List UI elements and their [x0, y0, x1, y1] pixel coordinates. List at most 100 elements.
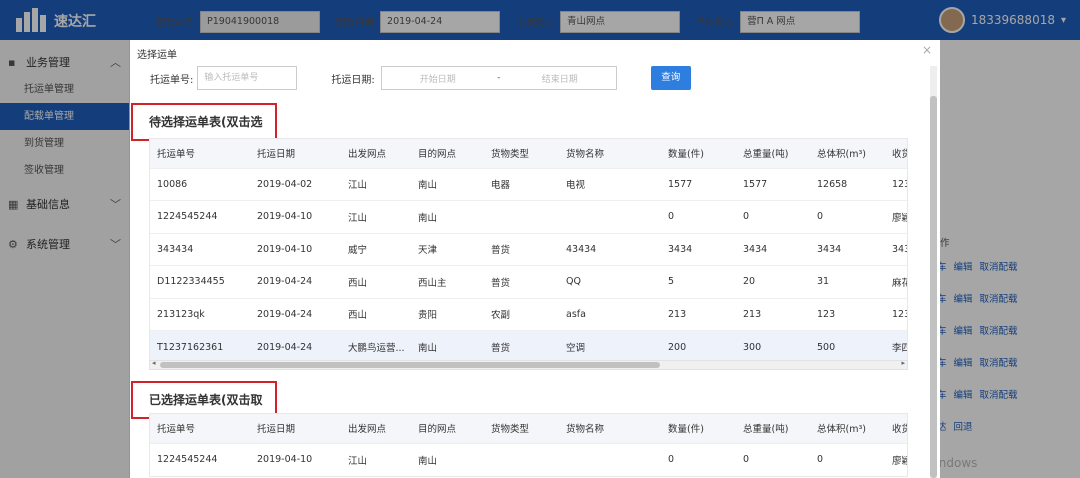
table-cell: 3434 [810, 232, 885, 266]
table-cell: 廖颖 [885, 200, 907, 233]
col-weight[interactable]: 总重量(吨) [736, 414, 810, 443]
col-depart[interactable]: 出发网点 [341, 414, 411, 443]
table-cell: 江山 [341, 167, 411, 201]
col-waybill-no[interactable]: 托运单号 [150, 139, 250, 168]
table-cell: 43434 [559, 232, 661, 266]
col-volume[interactable]: 总体积(m³) [810, 414, 885, 443]
table-cell: QQ [559, 265, 661, 298]
table-cell: 343434 [150, 232, 250, 266]
col-dest[interactable]: 目的网点 [411, 414, 484, 443]
pending-waybill-table: 托运单号 托运日期 出发网点 目的网点 货物类型 货物名称 数量(件) 总重量(… [149, 138, 908, 364]
table-cell: 0 [810, 200, 885, 233]
table-cell: 123 [885, 167, 907, 201]
table-cell: 2019-04-24 [250, 265, 341, 298]
table-cell: 廖颖 [885, 442, 907, 476]
col-quantity[interactable]: 数量(件) [661, 414, 736, 443]
table-cell: 麻花 [885, 265, 907, 298]
table-cell: 农副 [484, 297, 559, 331]
table-cell: 0 [661, 200, 736, 233]
table-cell: 0 [736, 442, 810, 476]
search-row: 托运单号: 输入托运单号 托运日期: 开始日期 - 结束日期 查询 [150, 66, 691, 90]
pending-table-title: 待选择运单表(双击选择) [131, 103, 277, 163]
table-cell: 300 [736, 330, 810, 363]
table-cell: asfa [559, 297, 661, 331]
table-cell: 213 [661, 297, 736, 331]
scroll-right-icon[interactable]: ▸ [901, 359, 905, 367]
table-cell: 123 [810, 297, 885, 331]
table-cell: 0 [810, 442, 885, 476]
ship-date-label: 托运日期: [331, 74, 375, 86]
date-range-picker[interactable]: 开始日期 - 结束日期 [380, 66, 617, 90]
col-volume[interactable]: 总体积(m³) [810, 139, 885, 168]
table-cell: 20 [736, 265, 810, 298]
col-quantity[interactable]: 数量(件) [661, 139, 736, 168]
col-ship-date[interactable]: 托运日期 [250, 139, 341, 168]
table-cell: 西山主 [411, 265, 484, 298]
table-cell: T1237162361 [150, 330, 250, 363]
table-cell: 2019-04-02 [250, 167, 341, 201]
col-weight[interactable]: 总重量(吨) [736, 139, 810, 168]
col-waybill-no[interactable]: 托运单号 [150, 414, 250, 443]
start-date-input[interactable]: 开始日期 [382, 72, 494, 85]
table-cell: 普货 [484, 265, 559, 298]
table-cell: 南山 [411, 442, 484, 476]
pending-horizontal-scrollbar[interactable]: ◂ ▸ [149, 359, 908, 370]
table-cell: 1577 [661, 167, 736, 201]
selected-waybill-table: 托运单号 托运日期 出发网点 目的网点 货物类型 货物名称 数量(件) 总重量(… [149, 413, 908, 477]
table-cell [484, 200, 559, 233]
table-row[interactable]: 12245452442019-04-10江山南山000廖颖 [150, 442, 907, 476]
waybill-no-label: 托运单号: [150, 74, 194, 86]
col-ship-date[interactable]: 托运日期 [250, 414, 341, 443]
col-dest[interactable]: 目的网点 [411, 139, 484, 168]
table-row[interactable]: 213123qk2019-04-24西山贵阳农副asfa213213123123 [150, 297, 907, 331]
col-receiver[interactable]: 收货 [885, 414, 907, 443]
table-cell: 1577 [736, 167, 810, 201]
table-cell: 213123qk [150, 297, 250, 331]
table-cell: 南山 [411, 167, 484, 201]
table-row[interactable]: 100862019-04-02江山南山电器电视1577157712658123 [150, 167, 907, 201]
col-cargo-type[interactable]: 货物类型 [484, 139, 559, 168]
table-cell: 2019-04-10 [250, 442, 341, 476]
table-cell: 2019-04-24 [250, 330, 341, 363]
table-cell: 200 [661, 330, 736, 363]
col-cargo-name[interactable]: 货物名称 [559, 139, 661, 168]
table-cell: 5 [661, 265, 736, 298]
table-cell: 大鹏鸟运营... [341, 330, 411, 363]
table-header-row: 托运单号 托运日期 出发网点 目的网点 货物类型 货物名称 数量(件) 总重量(… [150, 139, 907, 168]
table-cell: 电视 [559, 167, 661, 201]
table-cell: 电器 [484, 167, 559, 201]
date-separator: - [497, 73, 501, 83]
table-cell: 500 [810, 330, 885, 363]
col-cargo-type[interactable]: 货物类型 [484, 414, 559, 443]
col-depart[interactable]: 出发网点 [341, 139, 411, 168]
table-row[interactable]: D11223344552019-04-24西山西山主普货QQ52031麻花 [150, 265, 907, 298]
table-header-row: 托运单号 托运日期 出发网点 目的网点 货物类型 货物名称 数量(件) 总重量(… [150, 414, 907, 443]
table-cell: 普货 [484, 330, 559, 363]
table-row[interactable]: T1237162361 2019-04-24 大鹏鸟运营... 南山 普货 空调 200 30… [150, 330, 907, 363]
table-row[interactable]: 12245452442019-04-10江山南山000廖颖 [150, 200, 907, 233]
pending-scrollbar-thumb[interactable] [160, 362, 660, 368]
close-icon[interactable]: × [922, 43, 932, 57]
table-cell: 贵阳 [411, 297, 484, 331]
table-row[interactable]: 343434 2019-04-10 威宁 天津 普货 43434 3434 3434 3434 3… [150, 232, 907, 266]
scroll-left-icon[interactable]: ◂ [152, 359, 156, 367]
table-cell: 南山 [411, 330, 484, 363]
col-receiver[interactable]: 收货 [885, 139, 907, 168]
waybill-no-input[interactable]: 输入托运单号 [197, 66, 298, 90]
table-cell: 普货 [484, 232, 559, 266]
modal-title: 选择运单 [137, 50, 177, 61]
modal-scrollbar-thumb[interactable] [930, 96, 937, 478]
table-cell: 31 [810, 265, 885, 298]
table-cell: 3434 [661, 232, 736, 266]
query-button[interactable]: 查询 [650, 66, 691, 90]
col-cargo-name[interactable]: 货物名称 [559, 414, 661, 443]
table-cell [484, 442, 559, 476]
table-cell: 2019-04-24 [250, 297, 341, 331]
end-date-input[interactable]: 结束日期 [504, 72, 616, 85]
table-cell: 343 [885, 232, 907, 266]
table-cell: 空调 [559, 330, 661, 363]
table-cell [559, 200, 661, 233]
table-cell: 1224545244 [150, 442, 250, 476]
table-cell: 213 [736, 297, 810, 331]
table-cell: 南山 [411, 200, 484, 233]
